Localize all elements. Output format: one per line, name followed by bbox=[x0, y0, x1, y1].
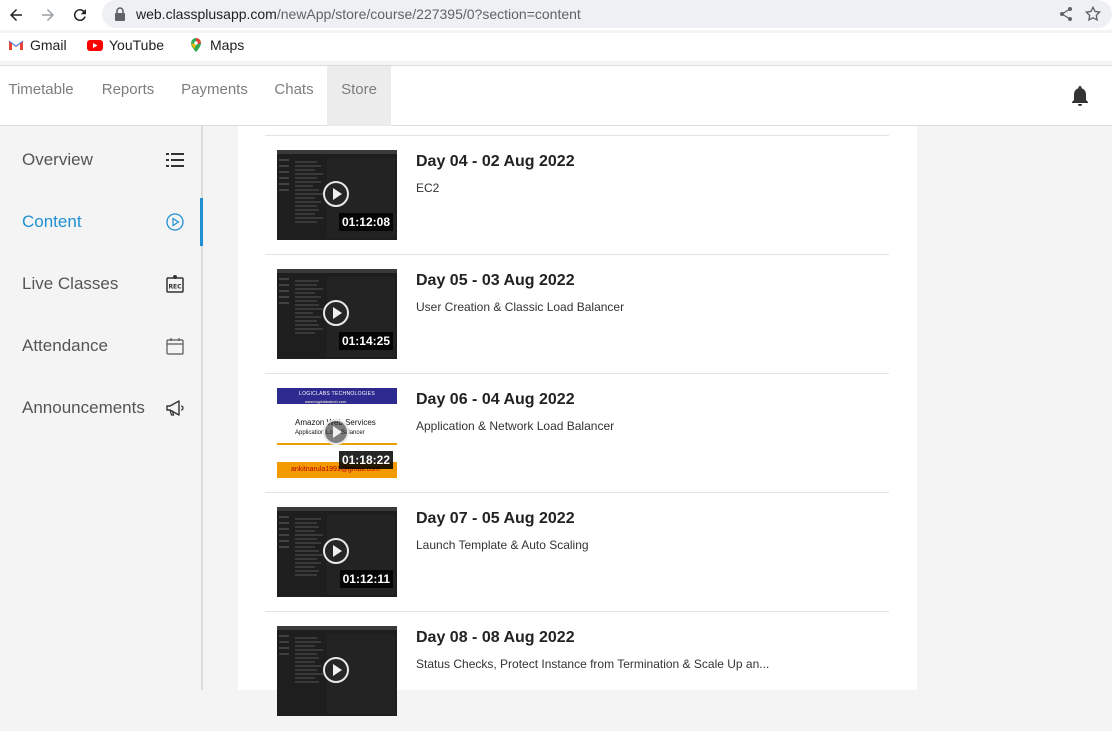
play-icon[interactable] bbox=[323, 300, 349, 326]
video-list-item[interactable]: LOGICLABS TECHNOLOGIES www.logiclabstech… bbox=[265, 374, 889, 493]
bookmark-star-icon[interactable] bbox=[1084, 5, 1102, 23]
play-icon[interactable] bbox=[323, 657, 349, 683]
share-icon[interactable] bbox=[1058, 6, 1074, 22]
video-thumbnail[interactable]: LOGICLABS TECHNOLOGIES www.logiclabstech… bbox=[277, 388, 397, 478]
video-list-item[interactable]: 01:14:25 Day 05 - 03 Aug 2022 User Creat… bbox=[265, 255, 889, 374]
sidebar-item-label: Live Classes bbox=[22, 274, 119, 293]
video-duration: 01:18:22 bbox=[338, 451, 393, 469]
slide-site-text: www.logiclabstech.com bbox=[305, 399, 347, 404]
bookmark-gmail[interactable]: Gmail bbox=[8, 37, 67, 53]
video-thumbnail[interactable]: 01:12:11 bbox=[277, 507, 397, 597]
tab-timetable[interactable]: Timetable bbox=[0, 66, 82, 126]
bookmark-label: Maps bbox=[210, 37, 245, 53]
video-description: Launch Template & Auto Scaling bbox=[416, 538, 589, 552]
video-title[interactable]: Day 08 - 08 Aug 2022 bbox=[416, 629, 575, 647]
video-description: User Creation & Classic Load Balancer bbox=[416, 300, 625, 314]
sidebar-item-label: Announcements bbox=[22, 398, 145, 417]
back-button[interactable] bbox=[4, 3, 28, 27]
reload-button[interactable] bbox=[68, 3, 92, 27]
video-list-item[interactable]: 01:12:08 Day 04 - 02 Aug 2022 EC2 bbox=[265, 136, 889, 255]
video-description: Status Checks, Protect Instance from Ter… bbox=[416, 657, 770, 671]
sidebar-item-attendance[interactable]: Attendance bbox=[0, 322, 201, 370]
sidebar: Overview Content Live Classes REC Attend… bbox=[0, 126, 203, 690]
maps-pin-icon bbox=[191, 38, 201, 52]
sidebar-item-overview[interactable]: Overview bbox=[0, 136, 201, 184]
app-header: Timetable Reports Payments Chats Store bbox=[0, 65, 1112, 126]
arrow-left-icon bbox=[10, 9, 22, 21]
video-thumbnail[interactable]: 01:14:25 bbox=[277, 269, 397, 359]
video-duration: 01:14:25 bbox=[338, 332, 393, 350]
bookmark-maps[interactable]: Maps bbox=[188, 37, 244, 53]
tab-chats[interactable]: Chats bbox=[263, 66, 325, 126]
video-thumbnail[interactable]: 01:12:08 bbox=[277, 150, 397, 240]
calendar-icon bbox=[166, 338, 184, 355]
forward-button[interactable] bbox=[36, 3, 60, 27]
browser-toolbar: web.classplusapp.com/newApp/store/course… bbox=[0, 0, 1112, 30]
video-description: Application & Network Load Balancer bbox=[416, 419, 615, 433]
list-icon bbox=[166, 153, 184, 167]
video-title[interactable]: Day 07 - 05 Aug 2022 bbox=[416, 510, 575, 528]
bell-icon[interactable] bbox=[1070, 84, 1090, 108]
sidebar-item-announcements[interactable]: Announcements bbox=[0, 384, 201, 432]
svg-text:REC: REC bbox=[168, 284, 182, 291]
sidebar-item-live-classes[interactable]: Live Classes REC bbox=[0, 260, 201, 308]
play-icon[interactable] bbox=[323, 419, 349, 445]
arrow-right-icon bbox=[42, 9, 54, 21]
video-duration: 01:12:08 bbox=[338, 213, 393, 231]
tab-reports[interactable]: Reports bbox=[89, 66, 167, 126]
play-icon[interactable] bbox=[323, 181, 349, 207]
lock-icon bbox=[115, 7, 125, 21]
reload-icon bbox=[73, 9, 86, 22]
video-list-item[interactable]: Day 08 - 08 Aug 2022 Status Checks, Prot… bbox=[265, 612, 889, 731]
bookmark-label: YouTube bbox=[109, 37, 165, 53]
content-panel: 01:12:08 Day 04 - 02 Aug 2022 EC2 01:14:… bbox=[238, 126, 917, 716]
video-description: EC2 bbox=[416, 181, 440, 195]
video-title[interactable]: Day 06 - 04 Aug 2022 bbox=[416, 391, 575, 409]
tab-payments[interactable]: Payments bbox=[176, 66, 253, 126]
megaphone-icon bbox=[166, 400, 184, 416]
youtube-icon bbox=[87, 40, 103, 51]
sidebar-item-content[interactable]: Content bbox=[0, 198, 203, 246]
sidebar-item-label: Attendance bbox=[22, 336, 109, 355]
sidebar-item-label: Overview bbox=[22, 150, 93, 169]
play-circle-icon bbox=[166, 213, 184, 231]
bookmark-youtube[interactable]: YouTube bbox=[87, 37, 164, 53]
sidebar-item-label: Content bbox=[22, 212, 82, 231]
gmail-icon bbox=[8, 40, 24, 50]
video-thumbnail[interactable] bbox=[277, 626, 397, 716]
video-title[interactable]: Day 05 - 03 Aug 2022 bbox=[416, 272, 575, 290]
video-list-item[interactable]: 01:12:11 Day 07 - 05 Aug 2022 Launch Tem… bbox=[265, 493, 889, 612]
tab-store[interactable]: Store bbox=[327, 66, 391, 126]
bookmarks-bar: Gmail YouTube Maps bbox=[0, 33, 1112, 61]
video-title[interactable]: Day 04 - 02 Aug 2022 bbox=[416, 153, 575, 171]
play-icon[interactable] bbox=[323, 538, 349, 564]
slide-header-text: LOGICLABS TECHNOLOGIES bbox=[299, 391, 375, 397]
address-bar[interactable]: web.classplusapp.com/newApp/store/course… bbox=[102, 0, 1112, 28]
video-duration: 01:12:11 bbox=[339, 570, 393, 588]
bookmark-label: Gmail bbox=[30, 37, 67, 53]
rec-icon: REC bbox=[166, 275, 184, 293]
url-text: web.classplusapp.com/newApp/store/course… bbox=[136, 6, 581, 22]
